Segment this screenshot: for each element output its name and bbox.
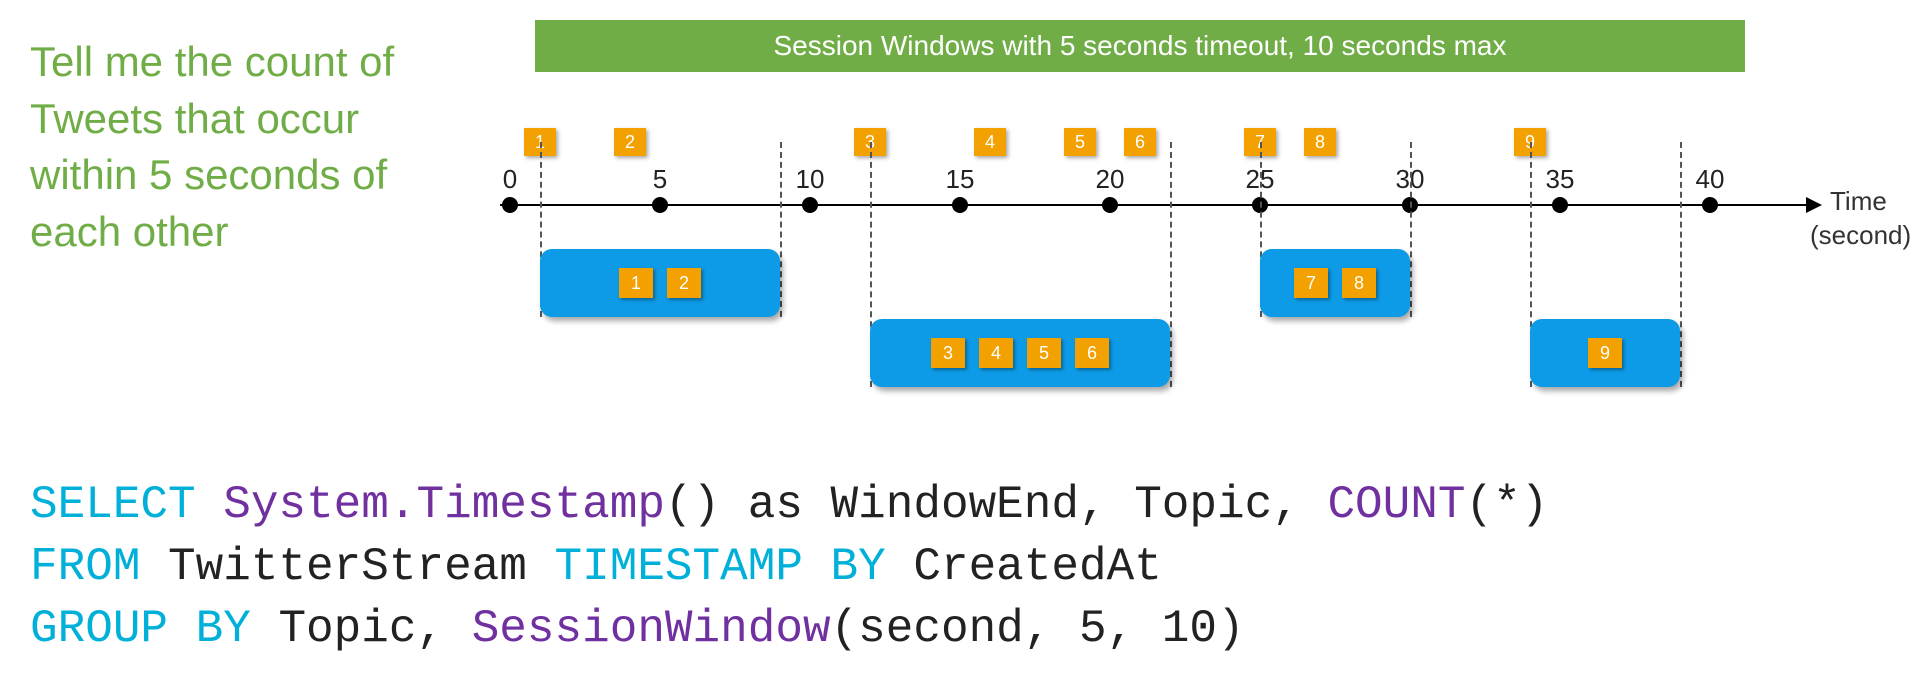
sql-code: SELECT System.Timestamp() as WindowEnd, … (30, 474, 1882, 660)
event-chip: 5 (1064, 128, 1096, 156)
tick-label: 15 (946, 164, 975, 195)
tick-label: 10 (796, 164, 825, 195)
guide-line (1410, 142, 1412, 317)
tick-label: 35 (1546, 164, 1575, 195)
tick-label: 20 (1096, 164, 1125, 195)
caption-text: Tell me the count of Tweets that occur w… (30, 20, 450, 261)
session-window: 9 (1530, 319, 1680, 387)
window-event-chip: 7 (1294, 268, 1328, 298)
axis-subtitle: (second) (1810, 220, 1911, 251)
kw-from: FROM (30, 541, 140, 593)
banner-title: Session Windows with 5 seconds timeout, … (535, 20, 1745, 72)
diagram: Session Windows with 5 seconds timeout, … (500, 20, 1882, 424)
tick-label: 0 (503, 164, 517, 195)
window-event-chip: 6 (1075, 338, 1109, 368)
tick-dot (802, 197, 818, 213)
sql-text: CreatedAt (886, 541, 1162, 593)
event-chip: 8 (1304, 128, 1336, 156)
session-window: 12 (540, 249, 780, 317)
session-window: 3456 (870, 319, 1170, 387)
window-event-chip: 8 (1342, 268, 1376, 298)
event-chip: 6 (1124, 128, 1156, 156)
axis-title: Time (1830, 186, 1887, 217)
fn-sessionwindow: SessionWindow (472, 603, 831, 655)
tick-label: 5 (653, 164, 667, 195)
tick-label: 40 (1696, 164, 1725, 195)
window-event-chip: 5 (1027, 338, 1061, 368)
guide-line (780, 142, 782, 317)
tick-dot (1552, 197, 1568, 213)
guide-line (1170, 142, 1172, 387)
sql-text: () as WindowEnd, Topic, (665, 479, 1328, 531)
window-event-chip: 9 (1588, 338, 1622, 368)
guide-line (1680, 142, 1682, 387)
event-chip: 4 (974, 128, 1006, 156)
time-axis (500, 204, 1820, 206)
window-event-chip: 1 (619, 268, 653, 298)
kw-timestampby: TIMESTAMP BY (555, 541, 886, 593)
timeline-area: Time (second) 05101520253035401234567891… (500, 84, 1882, 384)
window-event-chip: 2 (667, 268, 701, 298)
tick-dot (952, 197, 968, 213)
session-window: 78 (1260, 249, 1410, 317)
tick-dot (1702, 197, 1718, 213)
sql-text: TwitterStream (140, 541, 554, 593)
fn-systimestamp: System.Timestamp (223, 479, 665, 531)
kw-groupby: GROUP BY (30, 603, 251, 655)
fn-count: COUNT (1327, 479, 1465, 531)
sql-text: (*) (1465, 479, 1548, 531)
tick-dot (502, 197, 518, 213)
sql-text: (second, 5, 10) (831, 603, 1245, 655)
event-chip: 2 (614, 128, 646, 156)
tick-dot (1102, 197, 1118, 213)
sql-text: Topic, (251, 603, 472, 655)
window-event-chip: 4 (979, 338, 1013, 368)
window-event-chip: 3 (931, 338, 965, 368)
tick-dot (652, 197, 668, 213)
kw-select: SELECT (30, 479, 196, 531)
